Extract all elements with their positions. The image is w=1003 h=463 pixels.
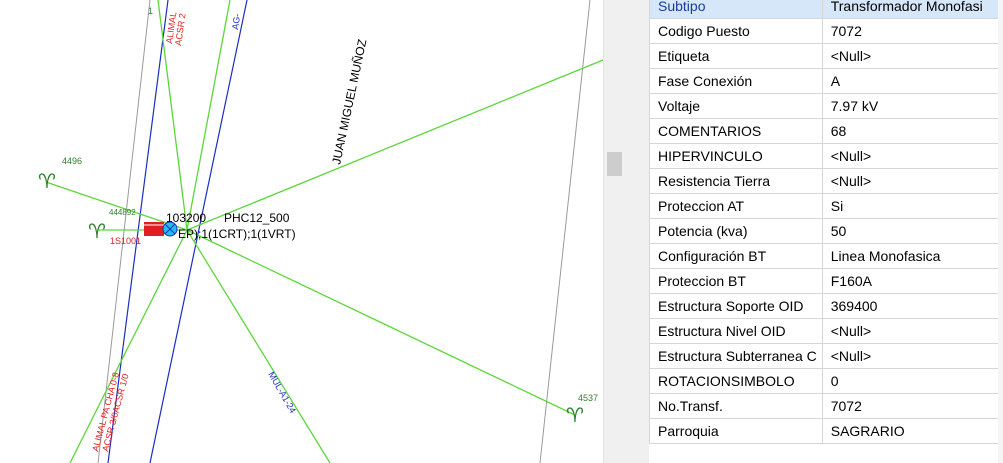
attributes-table: Subtipo Transformador Monofasi Codigo Pues… [649, 0, 1003, 444]
attribute-row[interactable]: Configuración BT Linea Monofasica [649, 243, 1003, 269]
attribute-key: Potencia (kva) [649, 218, 823, 244]
attribute-key: Subtipo [649, 0, 823, 19]
attribute-value[interactable]: 7072 [821, 393, 1003, 419]
attribute-key: Parroquia [649, 418, 823, 444]
attribute-row[interactable]: Estructura Nivel OID <Null> [649, 318, 1003, 344]
node-symbol-left[interactable]: ♈ [88, 219, 106, 243]
attributes-panel[interactable]: Subtipo Transformador Monofasi Codigo Pues… [649, 0, 1003, 463]
attribute-value[interactable]: 68 [821, 118, 1003, 144]
attribute-value[interactable]: F160A [821, 268, 1003, 294]
attribute-value[interactable]: 0 [821, 368, 1003, 394]
node-label-4537: 4537 [578, 393, 598, 403]
attribute-value[interactable]: <Null> [821, 168, 1003, 194]
attribute-key: Proteccion BT [649, 268, 823, 294]
attribute-row[interactable]: Subtipo Transformador Monofasi [649, 0, 1003, 19]
top-blue-line-label: AG- [230, 13, 242, 30]
node-symbol-4496[interactable]: ♈ [38, 169, 56, 193]
street-label: JUAN MIGUEL MUÑOZ [329, 38, 369, 166]
attribute-value[interactable]: Transformador Monofasi [821, 0, 1003, 19]
attribute-row[interactable]: Etiqueta <Null> [649, 43, 1003, 69]
attribute-row[interactable]: Proteccion BT F160A [649, 268, 1003, 294]
attribute-key: Proteccion AT [649, 193, 823, 219]
attribute-row[interactable]: HIPERVINCULO <Null> [649, 143, 1003, 169]
attribute-row[interactable]: Voltaje 7.97 kV [649, 93, 1003, 119]
map-drawing[interactable]: ♈ ♈ ♈ JUAN MIGUEL MUÑOZ 4496 444892 1S10… [0, 0, 603, 463]
green-lines [45, 0, 603, 463]
attribute-value[interactable]: SAGRARIO [821, 418, 1003, 444]
attributes-scrollbar[interactable] [998, 0, 1003, 463]
attribute-key: Fase Conexión [649, 68, 823, 94]
post-type-label: PHC12_500 [224, 211, 290, 225]
attribute-value[interactable]: <Null> [821, 318, 1003, 344]
attribute-row[interactable]: COMENTARIOS 68 [649, 118, 1003, 144]
attribute-value[interactable]: <Null> [821, 343, 1003, 369]
attribute-row[interactable]: Estructura Soporte OID 369400 [649, 293, 1003, 319]
node-label-444892: 444892 [109, 208, 136, 217]
attribute-key: Etiqueta [649, 43, 823, 69]
attribute-value[interactable]: Linea Monofasica [821, 243, 1003, 269]
attribute-row[interactable]: ROTACIONSIMBOLO 0 [649, 368, 1003, 394]
top-small-label: 1 [148, 6, 153, 16]
panel-gutter [625, 0, 649, 463]
attribute-key: Codigo Puesto [649, 18, 823, 44]
attribute-value[interactable]: 7072 [821, 18, 1003, 44]
post-id-label: 103200 [166, 211, 206, 225]
attribute-key: HIPERVINCULO [649, 143, 823, 169]
attribute-row[interactable]: No.Transf. 7072 [649, 393, 1003, 419]
map-vertical-scrollbar[interactable] [603, 0, 626, 463]
attribute-row[interactable]: Fase Conexión A [649, 68, 1003, 94]
attribute-value[interactable]: Si [821, 193, 1003, 219]
attribute-row[interactable]: Codigo Puesto 7072 [649, 18, 1003, 44]
attribute-row[interactable]: Parroquia SAGRARIO [649, 418, 1003, 444]
attribute-value[interactable]: 7.97 kV [821, 93, 1003, 119]
post-config-label: EP);1(1CRT);1(1VRT) [178, 227, 296, 241]
attribute-row[interactable]: Resistencia Tierra <Null> [649, 168, 1003, 194]
attribute-row[interactable]: Potencia (kva) 50 [649, 218, 1003, 244]
map-canvas[interactable]: ♈ ♈ ♈ JUAN MIGUEL MUÑOZ 4496 444892 1S10… [0, 0, 603, 463]
attribute-row[interactable]: Proteccion AT Si [649, 193, 1003, 219]
transformer-symbol[interactable] [144, 222, 164, 236]
attribute-key: Estructura Subterranea C [649, 343, 823, 369]
attribute-key: Estructura Nivel OID [649, 318, 823, 344]
node-label-4496: 4496 [62, 156, 82, 166]
attribute-key: COMENTARIOS [649, 118, 823, 144]
attribute-key: No.Transf. [649, 393, 823, 419]
attribute-value[interactable]: <Null> [821, 43, 1003, 69]
scrollbar-thumb[interactable] [607, 152, 622, 176]
attribute-row[interactable]: Estructura Subterranea C <Null> [649, 343, 1003, 369]
attribute-value[interactable]: 50 [821, 218, 1003, 244]
attribute-key: Configuración BT [649, 243, 823, 269]
attribute-key: Voltaje [649, 93, 823, 119]
node-symbol-4537[interactable]: ♈ [566, 403, 584, 427]
mid-blue-line-label: MUL-A1-24 [266, 370, 298, 415]
attribute-value[interactable]: 369400 [821, 293, 1003, 319]
node-label-1s100: 1S1001 [110, 236, 141, 246]
attribute-key: ROTACIONSIMBOLO [649, 368, 823, 394]
attribute-value[interactable]: <Null> [821, 143, 1003, 169]
attribute-value[interactable]: A [821, 68, 1003, 94]
attribute-key: Resistencia Tierra [649, 168, 823, 194]
attribute-key: Estructura Soporte OID [649, 293, 823, 319]
